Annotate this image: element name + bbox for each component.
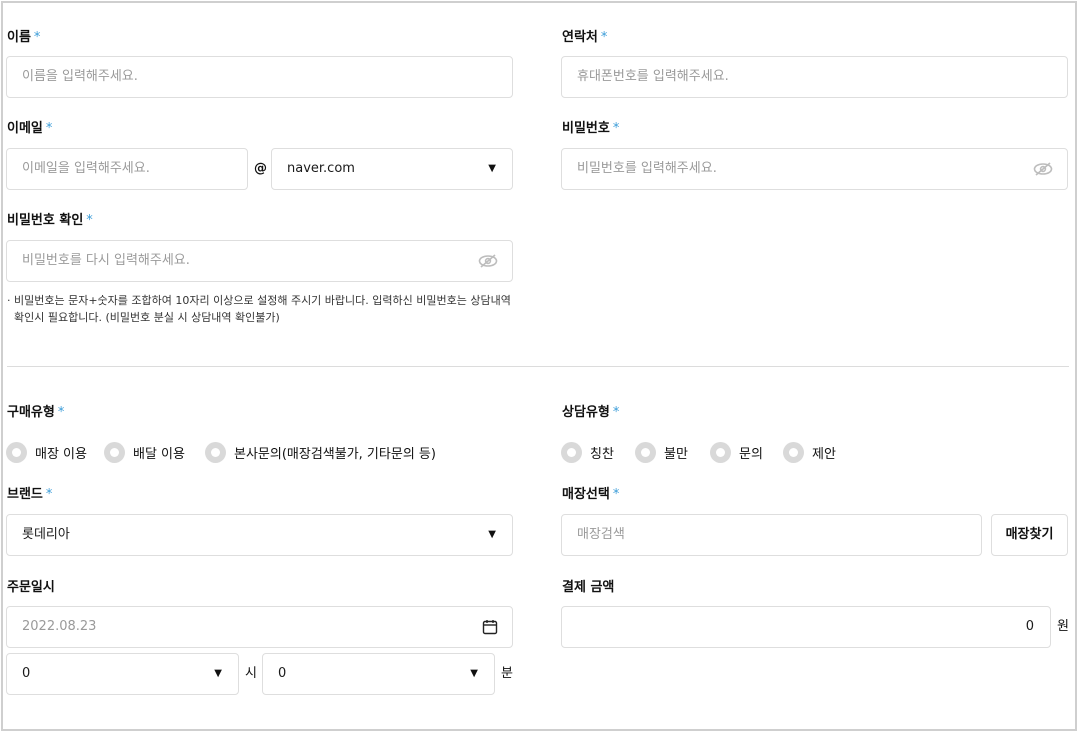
minute-unit: 분 (501, 666, 513, 681)
password-placeholder: 비밀번호를 입력해주세요. (577, 161, 717, 176)
name-input[interactable]: 이름을 입력해주세요. (6, 56, 513, 98)
required-mark: * (612, 487, 620, 502)
caret-down-icon: ▼ (488, 529, 496, 540)
consult-type-radio-inquiry[interactable]: 문의 (710, 441, 763, 463)
store-label: 매장선택 * (562, 487, 620, 502)
consult-type-radio-suggestion[interactable]: 제안 (783, 441, 836, 463)
find-store-button[interactable]: 매장찾기 (991, 514, 1068, 556)
email-at-symbol: @ (254, 161, 267, 176)
order-hour-select[interactable]: 0 ▼ (6, 653, 239, 695)
password-confirm-placeholder: 비밀번호를 다시 입력해주세요. (22, 253, 190, 268)
radio-label: 칭찬 (590, 446, 614, 462)
radio-circle[interactable] (104, 441, 125, 463)
email-label: 이메일 * (7, 121, 53, 136)
brand-value: 롯데리아 (22, 527, 70, 542)
hour-unit: 시 (245, 666, 257, 681)
caret-down-icon: ▼ (214, 668, 222, 679)
radio-circle[interactable] (6, 441, 27, 463)
radio-label: 불만 (664, 446, 688, 462)
password-note-line: · 비밀번호는 문자+숫자를 조합하여 10자리 이상으로 설정해 주시기 바랍… (7, 294, 511, 307)
radio-label: 문의 (739, 446, 763, 462)
radio-label: 제안 (812, 446, 836, 462)
section-divider (7, 366, 1069, 367)
currency-unit: 원 (1057, 619, 1069, 634)
consult-type-radio-praise[interactable]: 칭찬 (561, 441, 614, 463)
brand-select[interactable]: 롯데리아 ▼ (6, 514, 513, 556)
consult-type-radio-complaint[interactable]: 불만 (635, 441, 688, 463)
order-datetime-label: 주문일시 (7, 580, 55, 595)
required-mark: * (45, 487, 53, 502)
phone-label: 연락처 * (562, 30, 608, 45)
purchase-type-label: 구매유형 * (7, 405, 65, 420)
radio-label: 본사문의(매장검색불가, 기타문의 등) (234, 446, 436, 462)
calendar-icon[interactable] (482, 619, 498, 635)
required-mark: * (45, 121, 53, 136)
required-mark: * (86, 213, 93, 228)
password-input[interactable]: 비밀번호를 입력해주세요. (561, 148, 1068, 190)
payment-label: 결제 금액 (562, 580, 615, 595)
brand-label: 브랜드 * (7, 487, 53, 502)
order-date-input[interactable]: 2022.08.23 (6, 606, 513, 648)
store-search-input[interactable]: 매장검색 (561, 514, 982, 556)
required-mark: * (612, 121, 620, 136)
order-minute-select[interactable]: 0 ▼ (262, 653, 495, 695)
required-mark: * (612, 405, 620, 420)
order-date-value: 2022.08.23 (22, 619, 97, 634)
phone-input[interactable]: 휴대폰번호를 입력해주세요. (561, 56, 1068, 98)
purchase-type-radio-hq[interactable]: 본사문의(매장검색불가, 기타문의 등) (205, 441, 436, 463)
radio-circle[interactable] (710, 441, 731, 463)
caret-down-icon: ▼ (470, 668, 478, 679)
radio-label: 매장 이용 (35, 446, 87, 462)
required-mark: * (33, 30, 41, 45)
order-hour-value: 0 (22, 666, 31, 681)
name-label: 이름 * (7, 30, 41, 45)
password-confirm-input[interactable]: 비밀번호를 다시 입력해주세요. (6, 240, 513, 282)
required-mark: * (57, 405, 65, 420)
password-confirm-label: 비밀번호 확인 * (7, 213, 93, 228)
radio-circle[interactable] (205, 441, 226, 463)
radio-circle[interactable] (635, 441, 656, 463)
radio-label: 배달 이용 (133, 446, 185, 462)
password-note: · 비밀번호는 문자+숫자를 조합하여 10자리 이상으로 설정해 주시기 바랍… (7, 292, 527, 326)
radio-circle[interactable] (783, 441, 804, 463)
payment-amount-input[interactable]: 0 (561, 606, 1051, 648)
email-domain-select[interactable]: naver.com ▼ (271, 148, 513, 190)
caret-down-icon: ▼ (488, 163, 496, 174)
email-id-input[interactable]: 이메일을 입력해주세요. (6, 148, 248, 190)
radio-circle[interactable] (561, 441, 582, 463)
order-minute-value: 0 (278, 666, 287, 681)
purchase-type-radio-store[interactable]: 매장 이용 (6, 441, 87, 463)
required-mark: * (600, 30, 608, 45)
purchase-type-radio-delivery[interactable]: 배달 이용 (104, 441, 185, 463)
password-note-line: 확인시 필요합니다. (비밀번호 분실 시 상담내역 확인불가) (14, 311, 280, 324)
eye-slash-icon[interactable] (1033, 161, 1053, 177)
email-domain-value: naver.com (287, 161, 355, 176)
password-label: 비밀번호 * (562, 121, 620, 136)
eye-slash-icon[interactable] (478, 253, 498, 269)
consult-type-label: 상담유형 * (562, 405, 620, 420)
